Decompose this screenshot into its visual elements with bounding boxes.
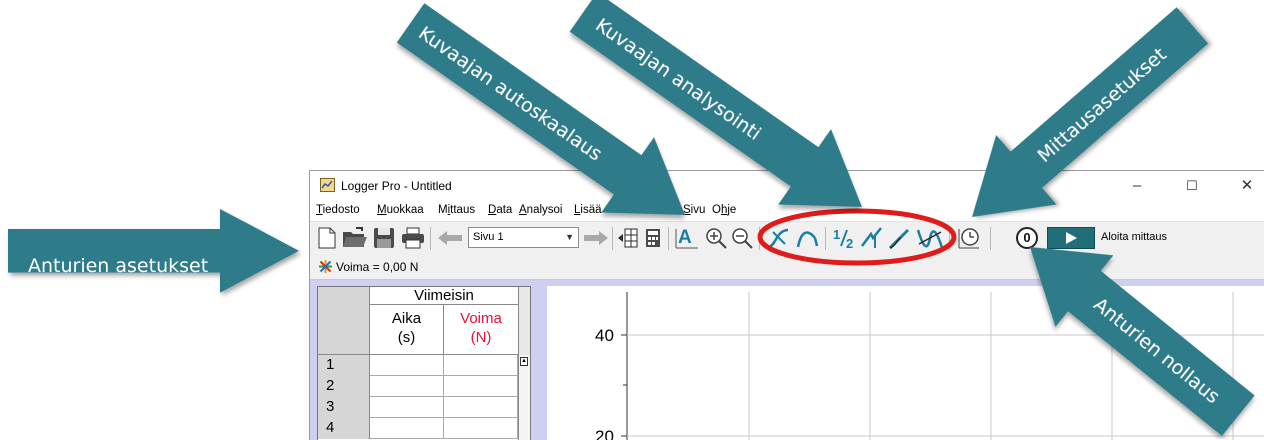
label-sensor-setup: Anturien asetukset: [28, 255, 208, 277]
arrow-data-collection: Mittausasetukset: [972, 7, 1209, 217]
arrow-zero: Anturien nollaus: [1030, 247, 1255, 436]
label-data-collection: Mittausasetukset: [1033, 44, 1170, 167]
label-analysis: Kuvaajan analysointi: [591, 14, 765, 145]
analysis-highlight-ring: [757, 208, 957, 266]
label-autoscale: Kuvaajan autoskaalaus: [414, 22, 606, 165]
annotation-overlay: Anturien asetukset Kuvaajan autoskaalaus…: [8, 0, 1255, 436]
label-zero: Anturien nollaus: [1089, 293, 1223, 408]
arrow-sensor-setup: Anturien asetukset: [8, 208, 299, 293]
